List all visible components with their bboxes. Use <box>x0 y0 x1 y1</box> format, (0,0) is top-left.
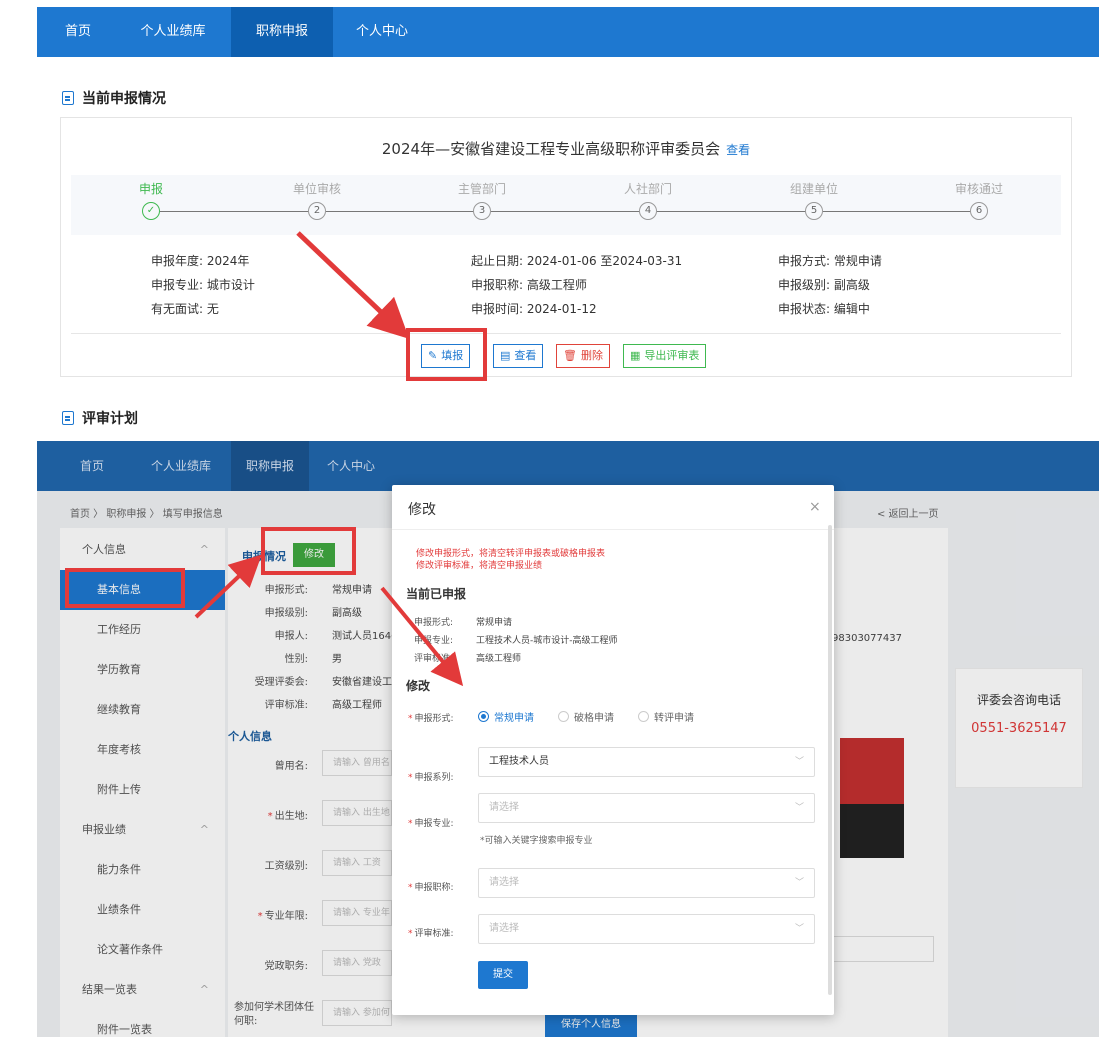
step-label: 审核通过 <box>954 182 1003 196</box>
form-type-label: * 申报形式: <box>408 714 454 724</box>
info-col-1: 申报年度: 2024年 申报专业: 城市设计 有无面试: 无 <box>151 254 255 316</box>
info-col-3: 申报方式: 常规申请 申报级别: 副高级 申报状态: 编辑中 <box>778 254 882 316</box>
progress-steps: 申报 单位审核 主管部门 人社部门 组建单位 审核通过 ✓ 2 3 4 5 6 <box>71 175 1061 235</box>
series-select[interactable]: 工程技术人员 ﹀ <box>478 747 815 777</box>
radio-checked-icon <box>478 711 489 722</box>
modify-modal: 修改 × 修改申报形式，将清空转评申报表或破格申报表 修改评审标准，将清空申报业… <box>392 485 834 1015</box>
current-value: 工程技术人员-城市设计-高级工程师 <box>476 636 618 646</box>
top-nav: 首页 个人业绩库 职称申报 个人中心 <box>37 7 1099 57</box>
modal-scrollbar[interactable] <box>828 525 832 995</box>
modal-title: 修改 <box>408 502 436 518</box>
step-label: 单位审核 <box>292 182 341 196</box>
title-select[interactable]: 请选择 ﹀ <box>478 868 815 898</box>
chevron-down-icon: ﹀ <box>794 757 804 767</box>
table-icon: ▦ <box>630 349 641 362</box>
step-label: 人社部门 <box>623 182 672 196</box>
radio-exceptional[interactable]: 破格申请 <box>558 709 614 724</box>
current-value: 常规申请 <box>476 618 513 628</box>
radio-icon <box>638 711 649 722</box>
section-review-plan: 评审计划 <box>62 408 138 428</box>
highlight-box <box>261 527 356 575</box>
warning-text: 修改申报形式，将清空转评申报表或破格申报表 修改评审标准，将清空申报业绩 <box>416 549 606 571</box>
title-label: * 申报职称: <box>408 883 454 893</box>
step-number: 3 <box>473 202 491 220</box>
submit-button[interactable]: 提交 <box>478 961 528 989</box>
current-title: 当前已申报 <box>406 587 467 601</box>
major-hint: *可输入关键字搜索申报专业 <box>480 836 593 846</box>
nav-personal-center[interactable]: 个人中心 <box>321 441 381 491</box>
document-icon <box>62 91 74 105</box>
check-icon: ✓ <box>142 202 160 220</box>
highlight-box <box>65 568 185 608</box>
close-icon[interactable]: × <box>809 499 821 515</box>
nav-home[interactable]: 首页 <box>53 7 103 57</box>
series-label: * 申报系列: <box>408 773 454 783</box>
current-label: 申报专业: <box>414 636 454 646</box>
standard-select[interactable]: 请选择 ﹀ <box>478 914 815 944</box>
divider <box>392 529 834 530</box>
major-select[interactable]: 请选择 ﹀ <box>478 793 815 823</box>
modify-title: 修改 <box>406 679 431 693</box>
radio-regular[interactable]: 常规申请 <box>478 709 534 724</box>
card-title: 2024年—安徽省建设工程专业高级职称评审委员会 查看 <box>381 140 751 158</box>
view-link[interactable]: 查看 <box>726 143 750 157</box>
divider <box>71 333 1061 334</box>
step-connector <box>491 211 640 212</box>
highlight-box <box>406 328 487 381</box>
nav-title-apply[interactable]: 职称申报 <box>231 441 309 491</box>
step-number: 2 <box>308 202 326 220</box>
bottom-nav: 首页 个人业绩库 职称申报 个人中心 <box>37 441 1099 491</box>
nav-performance[interactable]: 个人业绩库 <box>133 7 213 57</box>
step-connector <box>326 211 475 212</box>
step-connector <box>823 211 972 212</box>
step-connector <box>657 211 806 212</box>
step-label: 申报 <box>138 182 163 196</box>
delete-button[interactable]: 🗑 删除 <box>556 344 610 368</box>
nav-performance[interactable]: 个人业绩库 <box>141 441 221 491</box>
current-label: 评审标准: <box>414 654 454 664</box>
apply-card: 2024年—安徽省建设工程专业高级职称评审委员会 查看 申报 单位审核 主管部门 … <box>60 117 1072 377</box>
step-number: 6 <box>970 202 988 220</box>
document-icon <box>62 411 74 425</box>
step-label: 组建单位 <box>789 182 838 196</box>
nav-personal-center[interactable]: 个人中心 <box>347 7 417 57</box>
step-label: 主管部门 <box>457 182 506 196</box>
major-label: * 申报专业: <box>408 819 454 829</box>
nav-title-apply[interactable]: 职称申报 <box>231 7 333 57</box>
nav-home[interactable]: 首页 <box>67 441 117 491</box>
step-number: 5 <box>805 202 823 220</box>
info-col-2: 起止日期: 2024-01-06 至2024-03-31 申报职称: 高级工程师… <box>471 254 683 316</box>
view-button[interactable]: ▤ 查看 <box>493 344 544 368</box>
current-label: 申报形式: <box>414 618 454 628</box>
chevron-down-icon: ﹀ <box>794 878 804 888</box>
step-connector <box>160 211 309 212</box>
radio-transfer[interactable]: 转评申请 <box>638 709 694 724</box>
export-button[interactable]: ▦ 导出评审表 <box>623 344 707 368</box>
radio-icon <box>558 711 569 722</box>
trash-icon: 🗑 <box>563 349 577 362</box>
step-number: 4 <box>639 202 657 220</box>
standard-label: * 评审标准: <box>408 929 454 939</box>
current-value: 高级工程师 <box>476 654 522 664</box>
section-current-apply: 当前申报情况 <box>62 88 166 108</box>
chevron-down-icon: ﹀ <box>794 924 804 934</box>
chevron-down-icon: ﹀ <box>794 803 804 813</box>
doc-icon: ▤ <box>500 349 511 362</box>
